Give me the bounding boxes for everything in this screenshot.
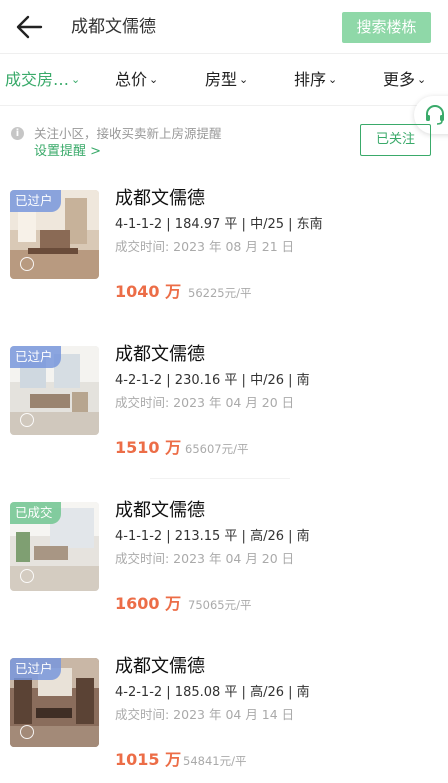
chevron-down-icon: ⌄ — [149, 73, 159, 86]
unit-price: 54841元/平 — [183, 754, 247, 768]
chevron-down-icon: ⌄ — [328, 73, 338, 86]
listing-title: 成都文儒德 — [115, 188, 205, 209]
back-button[interactable] — [14, 12, 50, 42]
listing-photo: 已过户 — [10, 658, 99, 747]
total-price: 1600 万 — [115, 594, 182, 613]
status-badge: 已过户 — [10, 190, 61, 212]
follow-notice: i 关注小区，接收买卖新上房源提醒 设置提醒 > 已关注 — [0, 106, 448, 166]
listing-photo: 已过户 — [10, 190, 99, 279]
unit-price: 75065元/平 — [188, 598, 252, 612]
status-badge: 已过户 — [10, 346, 61, 368]
filter-sort[interactable]: 排序 ⌄ — [294, 69, 337, 91]
filter-label: 房型 — [205, 70, 238, 89]
list-item[interactable]: 已成交 成都文儒德 4-1-1-2 | 213.15 平 | 高/26 | 南 … — [0, 500, 448, 658]
filter-label: 排序 — [294, 70, 327, 89]
filter-layout[interactable]: 房型 ⌄ — [205, 69, 248, 91]
chevron-down-icon: ⌄ — [239, 73, 249, 86]
vr-icon — [20, 413, 34, 427]
listing-detail: 4-2-1-2 | 185.08 平 | 高/26 | 南 — [115, 685, 310, 700]
notice-text: 关注小区，接收买卖新上房源提醒 — [34, 126, 222, 141]
total-price: 1040 万 — [115, 282, 182, 301]
status-badge: 已过户 — [10, 658, 61, 680]
listing-detail: 4-1-1-2 | 184.97 平 | 中/25 | 东南 — [115, 217, 323, 232]
vr-icon — [20, 725, 34, 739]
chevron-down-icon: ⌄ — [417, 73, 427, 86]
vr-icon — [20, 257, 34, 271]
status-badge: 已成交 — [10, 502, 61, 524]
listing-title: 成都文儒德 — [115, 656, 205, 677]
unit-price: 56225元/平 — [188, 286, 252, 300]
vr-icon — [20, 569, 34, 583]
listing-title: 成都文儒德 — [115, 500, 205, 521]
arrow-left-icon — [16, 15, 43, 39]
filter-more[interactable]: 更多 ⌄ — [383, 69, 426, 91]
deal-time: 成交时间: 2023 年 04 月 20 日 — [115, 551, 295, 566]
deal-time: 成交时间: 2023 年 08 月 21 日 — [115, 239, 295, 254]
set-reminder-link[interactable]: 设置提醒 > — [34, 143, 101, 161]
list-item[interactable]: 已过户 成都文儒德 4-2-1-2 | 185.08 平 | 高/26 | 南 … — [0, 656, 448, 783]
followed-button[interactable]: 已关注 — [360, 124, 431, 156]
search-input[interactable]: 成都文儒德 — [71, 14, 156, 40]
total-price: 1015 万 — [115, 750, 182, 769]
list-item[interactable]: 已过户 成都文儒德 4-1-1-2 | 184.97 平 | 中/25 | 东南… — [0, 188, 448, 346]
filter-bar: 成交房… ⌄ 总价 ⌄ 房型 ⌄ 排序 ⌄ 更多 ⌄ — [0, 54, 448, 106]
filter-total-price[interactable]: 总价 ⌄ — [115, 69, 158, 91]
divider — [150, 478, 290, 479]
listing-photo: 已成交 — [10, 502, 99, 591]
search-building-button[interactable]: 搜索楼栋 — [342, 12, 431, 43]
filter-label: 成交房… — [5, 70, 70, 89]
chevron-down-icon: ⌄ — [71, 73, 81, 86]
listing-title: 成都文儒德 — [115, 344, 205, 365]
filter-deal-type[interactable]: 成交房… ⌄ — [5, 69, 80, 91]
filter-label: 更多 — [383, 70, 416, 89]
filter-label: 总价 — [115, 70, 148, 89]
deal-time: 成交时间: 2023 年 04 月 14 日 — [115, 707, 295, 722]
info-icon: i — [11, 127, 24, 140]
listing-photo: 已过户 — [10, 346, 99, 435]
total-price: 1510 万 — [115, 438, 182, 457]
unit-price: 65607元/平 — [185, 442, 249, 456]
header: 成都文儒德 搜索楼栋 — [0, 0, 448, 54]
listing-detail: 4-2-1-2 | 230.16 平 | 中/26 | 南 — [115, 373, 310, 388]
listing-detail: 4-1-1-2 | 213.15 平 | 高/26 | 南 — [115, 529, 310, 544]
deal-time: 成交时间: 2023 年 04 月 20 日 — [115, 395, 295, 410]
